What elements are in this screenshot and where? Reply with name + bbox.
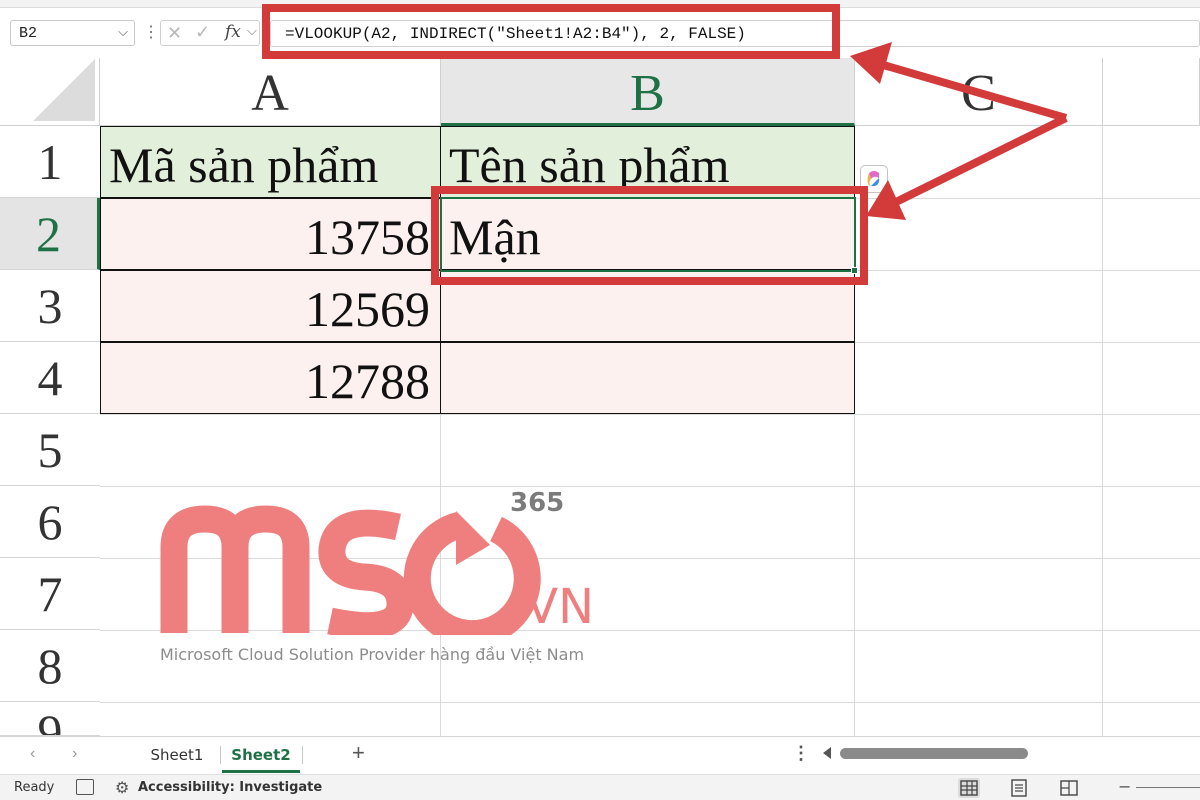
- formula-controls: ✕ ✓ fx ⌵: [160, 20, 260, 46]
- row-header-9[interactable]: 9: [0, 702, 100, 736]
- page-break-preview-icon[interactable]: [1058, 778, 1080, 798]
- more-options-icon[interactable]: ⋮: [143, 22, 159, 42]
- chevron-left-icon[interactable]: ‹: [30, 745, 35, 763]
- chevron-down-icon[interactable]: ⌵: [247, 23, 257, 39]
- column-header-c[interactable]: C: [855, 58, 1103, 126]
- sheet-tab-sheet2[interactable]: Sheet2: [222, 737, 300, 773]
- cell-a4[interactable]: 12788: [100, 342, 441, 414]
- column-header-a[interactable]: A: [100, 58, 441, 126]
- name-box-value: B2: [19, 25, 38, 42]
- enter-check-icon[interactable]: ✓: [195, 22, 210, 43]
- cancel-icon[interactable]: ✕: [167, 23, 182, 44]
- zoom-slider[interactable]: [1136, 787, 1200, 788]
- row-header-6[interactable]: 6: [0, 486, 100, 558]
- chevron-right-icon[interactable]: ›: [72, 745, 77, 763]
- name-box[interactable]: B2 ⌵: [10, 20, 135, 46]
- status-ready: Ready: [14, 780, 55, 795]
- cell-a2[interactable]: 13758: [100, 198, 441, 270]
- row-header-7[interactable]: 7: [0, 558, 100, 630]
- tab-divider: [220, 746, 221, 764]
- sheet-tab-bar: ‹ › Sheet1 Sheet2 + ⋮: [0, 736, 1200, 774]
- row-header-4[interactable]: 4: [0, 342, 100, 414]
- add-sheet-icon[interactable]: +: [352, 740, 365, 766]
- macro-recording-icon[interactable]: [76, 779, 94, 795]
- cell-a1[interactable]: Mã sản phẩm: [100, 126, 441, 198]
- status-bar: Ready ⚙ Accessibility: Investigate −: [0, 774, 1200, 800]
- accessibility-icon[interactable]: ⚙: [115, 778, 129, 797]
- result-highlight-box: [431, 186, 868, 285]
- row-header-1[interactable]: 1: [0, 126, 100, 198]
- accessibility-status[interactable]: Accessibility: Investigate: [138, 780, 322, 795]
- zoom-out-icon[interactable]: −: [1118, 777, 1131, 796]
- sheet-tab-sheet1[interactable]: Sheet1: [135, 737, 219, 773]
- watermark-365: 365: [510, 488, 565, 518]
- row-header-2[interactable]: 2: [0, 198, 100, 270]
- column-header-d[interactable]: [1103, 58, 1200, 126]
- insert-function-icon[interactable]: fx: [225, 22, 241, 42]
- tab-divider: [302, 746, 303, 764]
- select-all-triangle-icon: [33, 59, 95, 121]
- more-options-icon[interactable]: ⋮: [792, 743, 810, 764]
- mso-watermark-logo: .VN: [160, 505, 594, 635]
- scroll-left-icon[interactable]: [823, 747, 831, 759]
- watermark-tagline: Microsoft Cloud Solution Provider hàng đ…: [160, 645, 585, 664]
- row-header-3[interactable]: 3: [0, 270, 100, 342]
- chevron-down-icon[interactable]: ⌵: [118, 24, 128, 40]
- formula-highlight-box: [262, 4, 840, 59]
- cell-b4[interactable]: [440, 342, 855, 414]
- select-all-corner[interactable]: [0, 58, 100, 126]
- row-header-5[interactable]: 5: [0, 414, 100, 486]
- watermark-domain: .VN: [510, 579, 594, 635]
- normal-view-icon[interactable]: [958, 778, 980, 798]
- page-layout-icon[interactable]: [1008, 778, 1030, 798]
- cell-a3[interactable]: 12569: [100, 270, 441, 342]
- column-header-b[interactable]: B: [441, 58, 855, 126]
- horizontal-scrollbar[interactable]: [840, 748, 1028, 759]
- row-header-8[interactable]: 8: [0, 630, 100, 702]
